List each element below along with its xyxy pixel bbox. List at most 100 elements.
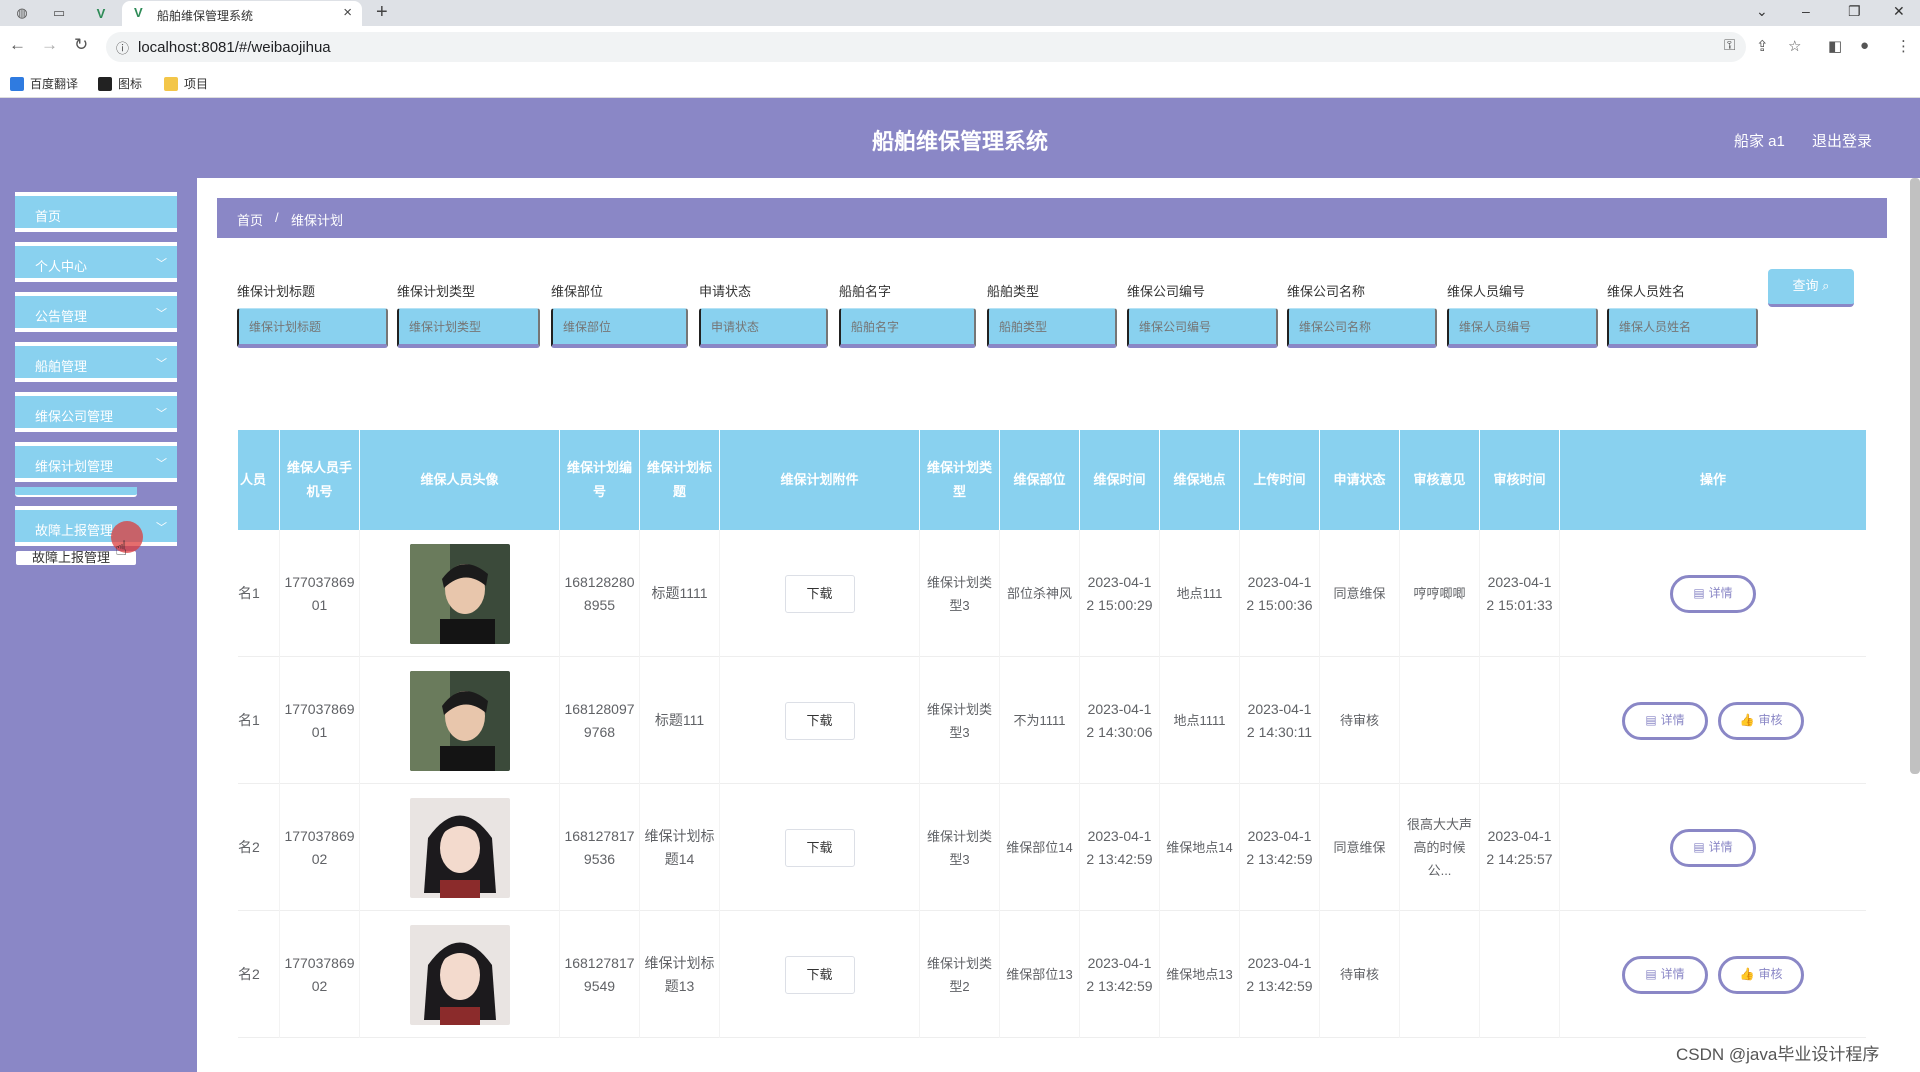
col-avatar[interactable]: 维保人员头像 <box>360 430 560 530</box>
filter-label-staff-name: 维保人员姓名 <box>1607 284 1686 299</box>
close-window-button[interactable]: ✕ <box>1893 3 1905 20</box>
filter-part-input[interactable] <box>551 308 688 348</box>
cell-text: 维保部位14 <box>1006 840 1073 855</box>
back-icon[interactable]: ← <box>9 35 26 55</box>
restore-button[interactable]: ❐ <box>1848 3 1861 20</box>
reload-icon[interactable]: ↻ <box>74 35 88 55</box>
bookmark-translate[interactable]: 百度翻译 <box>10 75 78 92</box>
download-button[interactable]: 下载 <box>784 828 855 867</box>
site-info-icon[interactable]: ⓘ <box>116 38 129 57</box>
sidebar-item-notice[interactable]: 公告管理 ﹀ <box>15 292 177 332</box>
col-time[interactable]: 维保时间 <box>1080 430 1160 530</box>
detail-button[interactable]: ▤ 详情 <box>1670 574 1756 613</box>
logout-link[interactable]: 退出登录 <box>1812 130 1872 151</box>
chevron-down-icon: ﹀ <box>156 308 167 320</box>
col-attachment[interactable]: 维保计划附件 <box>720 430 920 530</box>
detail-button[interactable]: ▤ 详情 <box>1670 828 1756 867</box>
url-field[interactable]: ⓘ localhost:8081/#/weibaojihua <box>106 32 1746 62</box>
bookmark-icons[interactable]: 图标 <box>98 75 142 92</box>
submenu-plan-strip[interactable] <box>15 487 137 497</box>
col-opinion[interactable]: 审核意见 <box>1400 430 1480 530</box>
cell-text: 维保计划标题14 <box>644 827 715 867</box>
table-row: 人员名2 17703786902 1681278179536维保计划标题14 下载 维保… <box>238 784 1866 911</box>
filter-label-staff-no: 维保人员编号 <box>1447 284 1526 299</box>
tab-icon[interactable]: ▭ <box>50 4 68 22</box>
filter-type-input[interactable] <box>397 308 540 348</box>
cell-text: 部位杀神风 <box>1006 586 1072 601</box>
cell-text: 维保计划类型2 <box>926 955 992 994</box>
cell-text: 2023-04-12 14:30:06 <box>1086 700 1153 740</box>
sidebar-item-plan[interactable]: 维保计划管理 ﹀ <box>15 442 177 482</box>
cell-time: 2023-04-12 14:30:06 <box>1080 657 1160 784</box>
avatar[interactable] <box>409 543 510 644</box>
avatar[interactable] <box>409 670 510 771</box>
sidebar-item-company[interactable]: 维保公司管理 ﹀ <box>15 392 177 432</box>
sidebar-item-ship[interactable]: 船舶管理 ﹀ <box>15 342 177 382</box>
col-label: 申请状态 <box>1333 472 1386 487</box>
cell-avatar <box>360 657 560 784</box>
avatar[interactable] <box>409 797 510 898</box>
breadcrumb-current: 维保计划 <box>291 213 344 228</box>
col-upload-time[interactable]: 上传时间 <box>1240 430 1320 530</box>
menu-icon[interactable]: ⋮ <box>1896 37 1911 55</box>
new-tab-button[interactable]: + <box>376 1 388 24</box>
sidepanel-icon[interactable]: ◧ <box>1828 37 1842 55</box>
sidebar-item-fault[interactable]: 故障上报管理 ﹀ <box>15 506 177 546</box>
cell-phone: 17703786902 <box>280 784 360 911</box>
review-button[interactable]: 👍 审核 <box>1718 955 1804 994</box>
filter-status-input[interactable] <box>699 308 828 348</box>
col-review-time[interactable]: 审核时间 <box>1480 430 1560 530</box>
download-button[interactable]: 下载 <box>784 574 855 613</box>
page-scrollbar[interactable] <box>1910 178 1920 774</box>
bookmark-label: 项目 <box>184 77 209 91</box>
filter-company-no-input[interactable] <box>1127 308 1278 348</box>
key-icon[interactable]: ⚿ <box>1724 37 1735 54</box>
browser-tab-active[interactable]: V 船舶维保管理系统 × <box>122 1 362 26</box>
download-button[interactable]: 下载 <box>784 701 855 740</box>
cell-actions: ▤ 详情 <box>1560 784 1866 911</box>
detail-button[interactable]: ▤ 详情 <box>1622 955 1708 994</box>
globe-icon[interactable]: ◍ <box>13 4 31 22</box>
forward-icon[interactable]: → <box>41 35 58 55</box>
col-phone[interactable]: 维保人员手机号 <box>280 430 360 530</box>
close-tab-icon[interactable]: × <box>343 4 352 21</box>
profile-icon[interactable]: ● <box>1860 37 1869 54</box>
filter-staff-no-input[interactable] <box>1447 308 1598 348</box>
review-button[interactable]: 👍 审核 <box>1718 701 1804 740</box>
cell-review-time <box>1480 911 1560 1038</box>
col-status[interactable]: 申请状态 <box>1320 430 1400 530</box>
detail-button[interactable]: ▤ 详情 <box>1622 701 1708 740</box>
filter-staff-name-input[interactable] <box>1607 308 1758 348</box>
star-icon[interactable]: ☆ <box>1788 37 1801 55</box>
col-label: 审核意见 <box>1413 472 1466 487</box>
filter-ship-type-input[interactable] <box>987 308 1117 348</box>
col-plan-title[interactable]: 维保计划标题 <box>640 430 720 530</box>
col-plan-no[interactable]: 维保计划编号 <box>560 430 640 530</box>
sidebar-item-profile[interactable]: 个人中心 ﹀ <box>15 242 177 282</box>
minimize-button[interactable]: – <box>1802 3 1810 19</box>
browser-tabstrip: ◍ ▭ V V 船舶维保管理系统 × + ⌄ – ❐ ✕ <box>0 0 1920 26</box>
col-place[interactable]: 维保地点 <box>1160 430 1240 530</box>
cell-actions: ▤ 详情 👍 审核 <box>1560 657 1866 784</box>
filter-ship-name-input[interactable] <box>839 308 976 348</box>
col-plan-type[interactable]: 维保计划类型 <box>920 430 1000 530</box>
filter-company-name-input[interactable] <box>1287 308 1437 348</box>
sidebar-item-label: 故障上报管理 <box>35 523 114 538</box>
sidebar-item-home[interactable]: 首页 <box>15 192 177 232</box>
url-text[interactable]: localhost:8081/#/weibaojihua <box>138 39 331 56</box>
breadcrumb: 首页 / 维保计划 <box>217 198 1887 238</box>
current-user[interactable]: 船家 a1 <box>1734 130 1785 151</box>
filter-title-input[interactable] <box>237 308 388 348</box>
download-button[interactable]: 下载 <box>784 955 855 994</box>
bookmark-project[interactable]: 项目 <box>164 75 208 92</box>
breadcrumb-home[interactable]: 首页 <box>237 210 263 229</box>
col-part[interactable]: 维保部位 <box>1000 430 1080 530</box>
search-button[interactable]: 查询 ⌕ <box>1768 269 1854 307</box>
avatar[interactable] <box>409 924 510 1025</box>
tab-title: 船舶维保管理系统 <box>157 9 254 23</box>
vue-icon[interactable]: V <box>92 4 110 22</box>
share-icon[interactable]: ⇪ <box>1756 37 1769 55</box>
col-staff-name[interactable]: 人员 <box>238 430 280 530</box>
tab-search-icon[interactable]: ⌄ <box>1756 3 1768 20</box>
cell-time: 2023-04-12 15:00:29 <box>1080 530 1160 657</box>
